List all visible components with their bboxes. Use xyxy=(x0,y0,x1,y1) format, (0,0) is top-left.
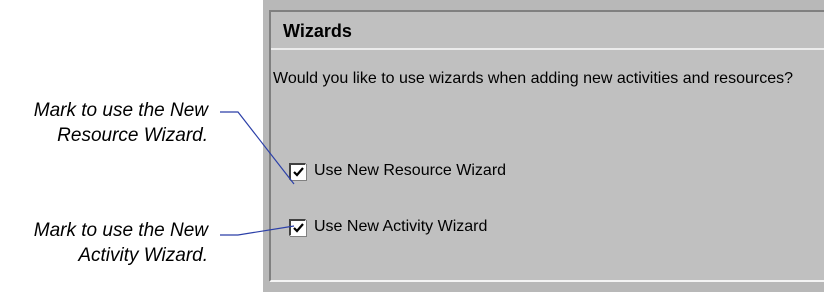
callout-activity-line-1: Mark to use the New xyxy=(33,220,208,241)
wizards-group: Wizards xyxy=(269,10,824,282)
callout-resource-wizard: Mark to use the New Resource Wizard. xyxy=(34,98,208,148)
use-new-resource-wizard-label[interactable]: Use New Resource Wizard xyxy=(314,162,506,180)
callout-activity-wizard: Mark to use the New Activity Wizard. xyxy=(34,218,208,268)
group-header: Wizards xyxy=(271,12,824,50)
checkmark-icon xyxy=(293,166,304,177)
group-title: Wizards xyxy=(283,21,352,41)
use-new-resource-wizard-checkbox[interactable] xyxy=(289,162,306,180)
use-new-activity-wizard-checkbox[interactable] xyxy=(289,218,306,236)
callout-resource-line-2: Resource Wizard. xyxy=(57,125,208,146)
use-new-resource-wizard-option[interactable]: Use New Resource Wizard xyxy=(289,161,506,181)
wizards-panel: Wizards xyxy=(263,0,824,292)
use-new-activity-wizard-label[interactable]: Use New Activity Wizard xyxy=(314,218,487,236)
use-new-activity-wizard-option[interactable]: Use New Activity Wizard xyxy=(289,217,487,237)
callout-resource-line-1: Mark to use the New xyxy=(33,100,208,121)
callout-activity-line-2: Activity Wizard. xyxy=(78,245,208,266)
wizard-question: Would you like to use wizards when addin… xyxy=(273,70,793,87)
checkmark-icon xyxy=(293,222,304,233)
screenshot: Wizards Would you like to use wizards wh… xyxy=(0,0,824,292)
